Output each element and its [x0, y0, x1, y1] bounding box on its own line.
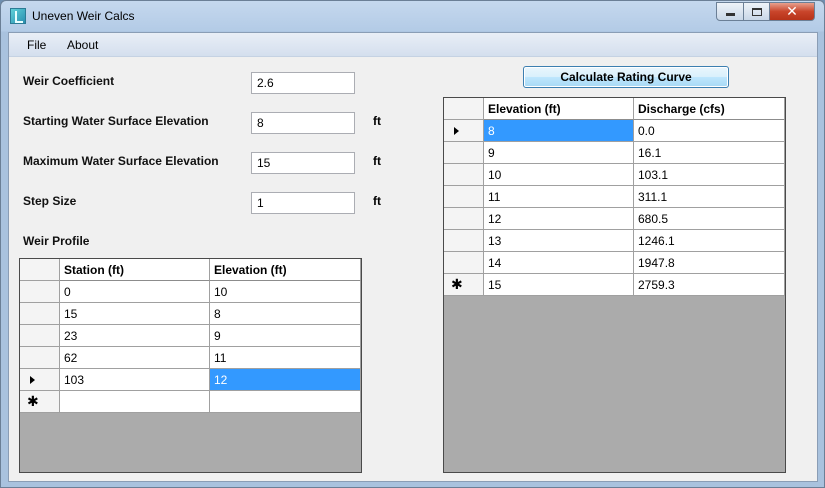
rating-curve-grid[interactable]: Elevation (ft) Discharge (cfs) 8 0.0 9 1…: [443, 97, 786, 473]
elevation-cell[interactable]: 9: [210, 325, 361, 347]
new-row-asterisk-icon: ✱: [451, 276, 463, 292]
row-header[interactable]: [20, 325, 60, 347]
table-row[interactable]: 13 1246.1: [444, 230, 785, 252]
elevation-cell[interactable]: [210, 391, 361, 413]
close-icon: ✕: [786, 3, 798, 19]
maximum-wse-input[interactable]: [251, 152, 355, 174]
maximum-wse-label: Maximum Water Surface Elevation: [23, 154, 219, 168]
row-header[interactable]: [444, 208, 484, 230]
elevation-cell[interactable]: 15: [484, 274, 634, 296]
table-row[interactable]: 103 12: [20, 369, 361, 391]
table-row[interactable]: 0 10: [20, 281, 361, 303]
row-arrow-icon: [30, 376, 35, 384]
calculate-rating-curve-button[interactable]: Calculate Rating Curve: [523, 66, 729, 88]
table-row[interactable]: 9 16.1: [444, 142, 785, 164]
title-bar[interactable]: Uneven Weir Calcs ✕: [1, 1, 824, 31]
elevation-cell-selected[interactable]: 8: [484, 120, 634, 142]
station-cell[interactable]: 15: [60, 303, 210, 325]
row-header[interactable]: [20, 369, 60, 391]
table-row[interactable]: 62 11: [20, 347, 361, 369]
row-header[interactable]: [20, 303, 60, 325]
discharge-cell[interactable]: 0.0: [634, 120, 785, 142]
discharge-cell[interactable]: 1246.1: [634, 230, 785, 252]
menu-about[interactable]: About: [67, 38, 98, 52]
discharge-cell[interactable]: 16.1: [634, 142, 785, 164]
app-window: Uneven Weir Calcs ✕ File About Weir Coef…: [0, 0, 825, 488]
client-area: File About Weir Coefficient Starting Wat…: [8, 32, 818, 482]
row-header[interactable]: [444, 252, 484, 274]
close-button[interactable]: ✕: [769, 2, 815, 21]
elevation-cell[interactable]: 8: [210, 303, 361, 325]
elevation-cell[interactable]: 14: [484, 252, 634, 274]
starting-wse-label: Starting Water Surface Elevation: [23, 114, 209, 128]
row-arrow-icon: [454, 127, 459, 135]
weir-coefficient-label: Weir Coefficient: [23, 74, 115, 88]
maximize-icon: [751, 7, 762, 16]
table-row[interactable]: 11 311.1: [444, 186, 785, 208]
profile-corner-header: [20, 259, 60, 281]
row-header[interactable]: [20, 281, 60, 303]
profile-header-row: Station (ft) Elevation (ft): [20, 259, 361, 281]
row-header[interactable]: [444, 186, 484, 208]
station-cell[interactable]: 0: [60, 281, 210, 303]
weir-coefficient-input[interactable]: [251, 72, 355, 94]
elevation-cell[interactable]: 9: [484, 142, 634, 164]
new-row[interactable]: ✱: [20, 391, 361, 413]
elevation-cell[interactable]: 13: [484, 230, 634, 252]
weir-profile-grid[interactable]: Station (ft) Elevation (ft) 0 10 15 8 23…: [19, 258, 362, 473]
table-row[interactable]: 10 103.1: [444, 164, 785, 186]
menu-bar: File About: [9, 33, 817, 57]
starting-wse-input[interactable]: [251, 112, 355, 134]
elevation-cell[interactable]: 10: [210, 281, 361, 303]
starting-wse-unit: ft: [373, 114, 381, 128]
elevation-cell[interactable]: 11: [484, 186, 634, 208]
station-cell[interactable]: [60, 391, 210, 413]
rating-column-header-elevation[interactable]: Elevation (ft): [484, 98, 634, 120]
profile-column-header-elevation[interactable]: Elevation (ft): [210, 259, 361, 281]
row-header[interactable]: [444, 164, 484, 186]
row-header[interactable]: [444, 120, 484, 142]
discharge-cell[interactable]: 2759.3: [634, 274, 785, 296]
row-header[interactable]: ✱: [20, 391, 60, 413]
maximize-button[interactable]: [743, 2, 770, 21]
elevation-cell[interactable]: 12: [484, 208, 634, 230]
profile-column-header-station[interactable]: Station (ft): [60, 259, 210, 281]
table-row[interactable]: 8 0.0: [444, 120, 785, 142]
discharge-cell[interactable]: 103.1: [634, 164, 785, 186]
discharge-cell[interactable]: 1947.8: [634, 252, 785, 274]
step-size-unit: ft: [373, 194, 381, 208]
station-cell[interactable]: 103: [60, 369, 210, 391]
app-icon: [10, 8, 26, 24]
rating-header-row: Elevation (ft) Discharge (cfs): [444, 98, 785, 120]
discharge-cell[interactable]: 680.5: [634, 208, 785, 230]
table-row[interactable]: 14 1947.8: [444, 252, 785, 274]
step-size-label: Step Size: [23, 194, 77, 208]
discharge-cell[interactable]: 311.1: [634, 186, 785, 208]
new-row-asterisk-icon: ✱: [27, 393, 39, 409]
menu-file[interactable]: File: [27, 38, 46, 52]
elevation-cell-selected[interactable]: 12: [210, 369, 361, 391]
elevation-cell[interactable]: 11: [210, 347, 361, 369]
maximum-wse-unit: ft: [373, 154, 381, 168]
table-row[interactable]: ✱ 15 2759.3: [444, 274, 785, 296]
window-title: Uneven Weir Calcs: [32, 9, 135, 23]
minimize-button[interactable]: [716, 2, 744, 21]
step-size-input[interactable]: [251, 192, 355, 214]
station-cell[interactable]: 62: [60, 347, 210, 369]
table-row[interactable]: 23 9: [20, 325, 361, 347]
minimize-icon: [725, 13, 735, 16]
station-cell[interactable]: 23: [60, 325, 210, 347]
row-header[interactable]: [444, 142, 484, 164]
row-header[interactable]: ✱: [444, 274, 484, 296]
rating-corner-header: [444, 98, 484, 120]
row-header[interactable]: [20, 347, 60, 369]
table-row[interactable]: 12 680.5: [444, 208, 785, 230]
elevation-cell[interactable]: 10: [484, 164, 634, 186]
weir-profile-label: Weir Profile: [23, 234, 90, 248]
row-header[interactable]: [444, 230, 484, 252]
rating-column-header-discharge[interactable]: Discharge (cfs): [634, 98, 785, 120]
table-row[interactable]: 15 8: [20, 303, 361, 325]
